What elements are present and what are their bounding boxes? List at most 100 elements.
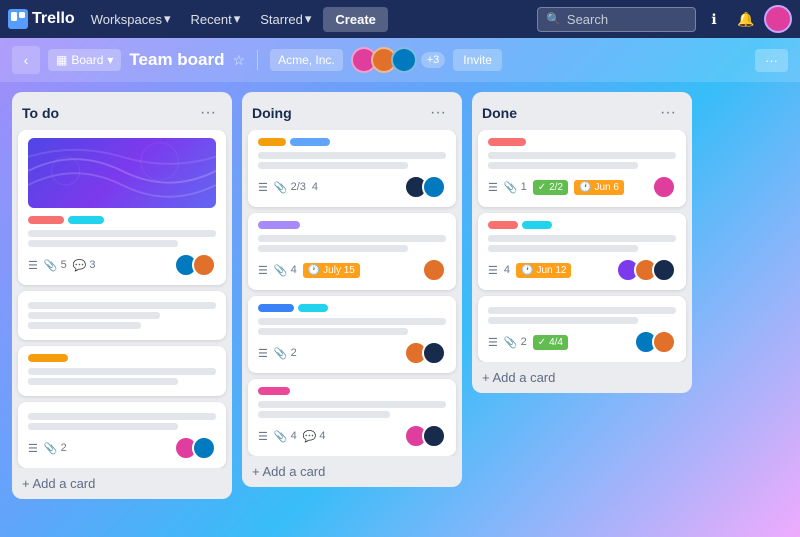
board-more-button[interactable]: ··· [755, 49, 788, 72]
card-text-line [258, 162, 408, 169]
card-done-3[interactable]: ☰ 📎 2 ✓ 4/4 [478, 296, 686, 362]
description-icon: ☰ [488, 336, 498, 349]
card-todo-3[interactable] [18, 346, 226, 396]
due-date-badge: 🕐 Jun 12 [516, 263, 571, 278]
card-meta-left: ☰ 📎 5 💬 3 [28, 259, 96, 272]
create-button[interactable]: Create [323, 7, 387, 32]
card-avatars [422, 258, 446, 282]
user-avatar[interactable] [764, 5, 792, 33]
card-text-line [28, 378, 178, 385]
meta-description: ☰ [258, 430, 268, 443]
workspaces-menu[interactable]: Workspaces ▾ [83, 7, 179, 31]
card-avatars [404, 175, 446, 199]
list-todo-title: To do [22, 105, 59, 121]
search-icon: 🔍 [546, 12, 561, 26]
card-avatars [404, 424, 446, 448]
card-text-line [28, 302, 216, 309]
card-meta-left: ☰ 📎 2 [28, 442, 67, 455]
card-todo-1[interactable]: ☰ 📎 5 💬 3 [18, 130, 226, 285]
top-nav: Trello Workspaces ▾ Recent ▾ Starred ▾ C… [0, 0, 800, 38]
recent-menu[interactable]: Recent ▾ [183, 7, 249, 31]
meta-attachments: 📎 2 [274, 347, 297, 360]
label-red [28, 216, 64, 224]
list-todo-menu[interactable]: ··· [194, 102, 222, 124]
card-avatar-1 [652, 175, 676, 199]
card-text-line [258, 401, 446, 408]
card-todo-4[interactable]: ☰ 📎 2 [18, 402, 226, 468]
meta-attachments: 📎 2 [44, 442, 67, 455]
list-doing-menu[interactable]: ··· [424, 102, 452, 124]
info-button[interactable]: ℹ [700, 5, 728, 33]
notifications-button[interactable]: 🔔 [732, 5, 760, 33]
card-meta-left: ☰ 📎 4 💬 4 [258, 430, 326, 443]
card-done-2[interactable]: ☰ 4 🕐 Jun 12 [478, 213, 686, 290]
card-doing-2[interactable]: ☰ 📎 4 🕐 July 15 [248, 213, 456, 290]
invite-button[interactable]: Invite [453, 49, 502, 71]
app-name: Trello [32, 10, 75, 28]
add-card-todo[interactable]: + Add a card [12, 468, 232, 499]
starred-menu[interactable]: Starred ▾ [252, 7, 319, 31]
list-done-title: Done [482, 105, 517, 121]
board-icon: ▦ [56, 53, 67, 67]
label-yellow [258, 138, 286, 146]
workspace-selector[interactable]: Acme, Inc. [270, 49, 343, 71]
label-red2 [488, 221, 518, 229]
board-type-selector[interactable]: ▦ Board ▾ [48, 49, 121, 71]
card-text-line [28, 312, 160, 319]
checklist-done-badge: ✓ 4/4 [533, 335, 568, 350]
search-bar[interactable]: 🔍 [537, 7, 696, 32]
member-avatar-3[interactable] [391, 47, 417, 73]
card-doing-1[interactable]: ☰ 📎 2/3 4 [248, 130, 456, 207]
back-button[interactable]: ‹ [12, 46, 40, 74]
more-members-button[interactable]: +3 [421, 52, 446, 68]
add-card-done[interactable]: + Add a card [472, 362, 692, 393]
card-meta-left: ☰ 📎 2/3 4 [258, 181, 318, 194]
list-done-header: Done ··· [472, 92, 692, 130]
card-text-line [258, 235, 446, 242]
card-todo-3-labels [28, 354, 216, 362]
card-text-line [258, 152, 446, 159]
description-icon: ☰ [28, 442, 38, 455]
card-meta: ☰ 📎 2/3 4 [258, 175, 446, 199]
label-cyan [68, 216, 104, 224]
description-icon: ☰ [258, 430, 268, 443]
add-card-doing[interactable]: + Add a card [242, 456, 462, 487]
card-avatar-2 [652, 330, 676, 354]
member-avatars: +3 [351, 47, 446, 73]
card-todo-2[interactable] [18, 291, 226, 340]
attachment-icon: 📎 [504, 336, 518, 349]
board-title: Team board [129, 50, 224, 70]
meta-description: ☰ [488, 336, 498, 349]
card-avatar-1 [422, 258, 446, 282]
list-doing-header: Doing ··· [242, 92, 462, 130]
meta-comments: 💬 4 [303, 430, 326, 443]
comment-icon: 💬 [73, 259, 87, 272]
trello-logo: Trello [8, 9, 75, 29]
list-doing: Doing ··· ☰ 📎 [242, 92, 462, 487]
card-done-2-labels [488, 221, 676, 229]
meta-description: ☰ [488, 181, 498, 194]
checklist-done-badge: ✓ 2/2 [533, 180, 568, 195]
list-done-menu[interactable]: ··· [654, 102, 682, 124]
card-meta: ☰ 📎 4 💬 4 [258, 424, 446, 448]
meta-attachments: 📎 4 [274, 430, 297, 443]
card-doing-3[interactable]: ☰ 📎 2 [248, 296, 456, 373]
meta-attachments: 📎 1 [504, 181, 527, 194]
meta-attachments: 📎 4 [274, 264, 297, 277]
card-text-line [488, 245, 638, 252]
card-doing-1-labels [258, 138, 446, 146]
card-doing-4[interactable]: ☰ 📎 4 💬 4 [248, 379, 456, 456]
meta-attachments: 📎 2 [504, 336, 527, 349]
card-text-line [258, 318, 446, 325]
meta-description: ☰ [258, 181, 268, 194]
list-todo-cards: ☰ 📎 5 💬 3 [12, 130, 232, 468]
star-button[interactable]: ☆ [233, 52, 246, 69]
card-done-1[interactable]: ☰ 📎 1 ✓ 2/2 🕐 Jun 6 [478, 130, 686, 207]
attachment-icon: 📎 [44, 442, 58, 455]
search-input[interactable] [567, 12, 687, 27]
card-done-1-labels [488, 138, 676, 146]
due-date-badge: 🕐 Jun 6 [574, 180, 624, 195]
nav-icons: ℹ 🔔 [700, 5, 792, 33]
attachment-icon: 📎 [274, 347, 288, 360]
attachment-icon: 📎 [274, 181, 288, 194]
